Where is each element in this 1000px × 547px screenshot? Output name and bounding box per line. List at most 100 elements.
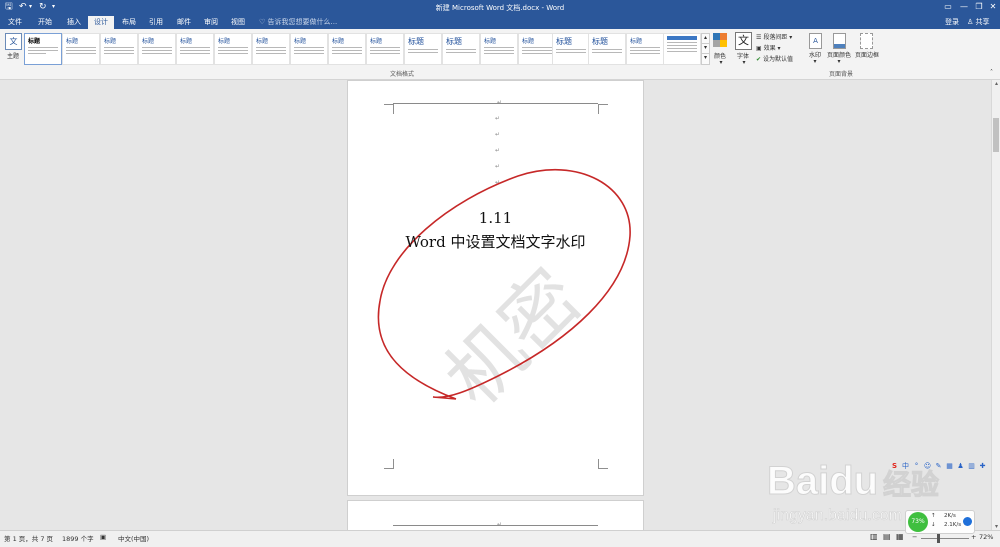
scrollbar-thumb[interactable] <box>993 118 999 152</box>
style-sample-heading: 标题 <box>446 37 462 46</box>
heading-title: Word 中设置文档文字水印 <box>405 233 586 251</box>
network-speed-widget[interactable]: 73% ↑ 2K/s ↓ 2.1K/s <box>905 510 975 534</box>
style-set-thumbnail[interactable]: 标题 <box>404 33 442 65</box>
watermark-and-annotation: 机密 <box>377 168 631 423</box>
zoom-level[interactable]: 72% <box>979 533 993 541</box>
group-label-page-background: 页面背景 <box>829 71 854 78</box>
proofing-icon[interactable]: ▣ <box>100 533 106 541</box>
effects-button[interactable]: ▣ 效果 ▾ <box>756 43 781 52</box>
tell-me-placeholder: 告诉我您想要做什么... <box>267 18 338 26</box>
style-sample-heading: 标题 <box>180 38 193 45</box>
style-set-thumbnail[interactable]: 标题 <box>100 33 138 65</box>
gallery-more-icon[interactable]: ▾ <box>701 53 710 65</box>
style-set-thumbnail[interactable]: 标题 <box>518 33 556 65</box>
paragraph-mark: ↵ <box>497 521 503 528</box>
style-set-thumbnail[interactable]: 标题 <box>62 33 100 65</box>
tab-layout[interactable]: 布局 <box>116 16 142 29</box>
download-speed: 2.1K/s <box>944 522 962 528</box>
style-sample-heading: 标题 <box>28 38 41 45</box>
header-line <box>393 525 598 526</box>
language-indicator[interactable]: 中文(中国) <box>118 533 149 543</box>
page-borders-icon[interactable] <box>860 33 873 49</box>
page-color-dropdown-icon[interactable]: ▾ <box>825 58 853 65</box>
style-set-thumbnail[interactable]: 标题 <box>552 33 590 65</box>
paragraph-spacing-icon: ☰ <box>756 34 762 41</box>
style-sample-heading: 标题 <box>294 38 307 45</box>
ime-tools-icon[interactable]: ✚ <box>978 462 987 471</box>
style-set-thumbnail[interactable]: 标题 <box>480 33 518 65</box>
document-page[interactable]: ↵ ↵ ↵ ↵ ↵ ↵ 机密 1.11 Word 中设置文档文字水印 <box>347 80 644 496</box>
close-button[interactable]: ✕ <box>986 1 1000 12</box>
tab-references[interactable]: 引用 <box>143 16 169 29</box>
style-set-thumbnail[interactable]: 标题 <box>138 33 176 65</box>
tab-mailings[interactable]: 邮件 <box>171 16 197 29</box>
style-sample-heading: 标题 <box>256 38 269 45</box>
chevron-down-icon: ▾ <box>777 45 781 52</box>
style-set-thumbnail[interactable] <box>663 33 701 65</box>
person-icon: ♙ <box>967 18 974 26</box>
tab-view[interactable]: 视图 <box>225 16 251 29</box>
themes-button[interactable]: 主题 <box>4 51 22 60</box>
page-color-icon[interactable] <box>833 33 846 49</box>
ribbon-display-options-button[interactable]: ▭ <box>941 1 955 12</box>
login-button[interactable]: 登录 <box>945 17 959 27</box>
colors-dropdown-icon[interactable]: ▾ <box>711 59 731 66</box>
style-set-thumbnail[interactable]: 标题 <box>366 33 404 65</box>
word-count[interactable]: 1899 个字 <box>62 533 94 543</box>
style-set-thumbnail[interactable]: 标题 <box>626 33 664 65</box>
tell-me-input[interactable]: ♡ 告诉我您想要做什么... <box>259 17 337 27</box>
baidu-url-text: jingyan.baidu.com <box>772 507 902 524</box>
style-set-thumbnail[interactable]: 标题 <box>290 33 328 65</box>
style-set-thumbnail[interactable]: 标题 <box>214 33 252 65</box>
share-button[interactable]: ♙ 共享 <box>967 17 990 27</box>
themes-icon[interactable]: 文 <box>5 33 22 50</box>
check-icon: ✔ <box>756 56 762 63</box>
tab-home[interactable]: 开始 <box>32 16 58 29</box>
tab-review[interactable]: 审阅 <box>198 16 224 29</box>
scroll-down-icon[interactable]: ▾ <box>992 523 1000 530</box>
zoom-slider[interactable] <box>921 538 969 539</box>
window-title: 新建 Microsoft Word 文档.docx - Word <box>435 4 565 12</box>
maximize-button[interactable]: ❐ <box>972 1 986 12</box>
collapse-ribbon-icon[interactable]: ˄ <box>990 69 993 76</box>
tab-insert[interactable]: 插入 <box>61 16 87 29</box>
memory-usage-ball[interactable]: 73% <box>908 512 928 532</box>
tab-design[interactable]: 设计 <box>88 16 114 29</box>
page-count[interactable]: 第 1 页，共 7 页 <box>4 533 53 543</box>
style-sample-heading: 标题 <box>370 38 383 45</box>
effects-icon: ▣ <box>756 45 762 52</box>
zoom-in-icon[interactable]: + <box>971 533 976 541</box>
style-set-thumbnail[interactable]: 标题 <box>442 33 480 65</box>
style-set-thumbnail[interactable]: 标题 <box>328 33 366 65</box>
watermark-dropdown-icon[interactable]: ▾ <box>805 58 825 65</box>
browser-icon[interactable] <box>963 517 972 526</box>
ime-keyboard-icon[interactable]: ▦ <box>945 462 954 471</box>
document-page-next[interactable]: ↵ <box>347 500 644 532</box>
watermark-icon[interactable]: A <box>809 33 822 49</box>
scroll-up-icon[interactable]: ▴ <box>992 80 1000 87</box>
page-borders-button[interactable]: 页面边框 <box>853 50 881 59</box>
style-set-thumbnail[interactable]: 标题 <box>588 33 626 65</box>
ime-skin-icon[interactable]: ▥ <box>967 462 976 471</box>
style-sample-heading: 标题 <box>522 38 535 45</box>
upload-arrow-icon: ↑ <box>931 513 936 519</box>
zoom-out-icon[interactable]: − <box>912 533 917 541</box>
fonts-dropdown-icon[interactable]: ▾ <box>734 59 754 66</box>
style-sample-heading: 标题 <box>218 38 231 45</box>
zoom-slider-thumb[interactable] <box>936 534 940 543</box>
ime-user-icon[interactable]: ♟ <box>956 462 965 471</box>
ribbon-design: 文 主题 标题 标题 标题 标题 标题 标题 标题 标题 标题 标题 标题 标题… <box>0 29 1000 80</box>
style-set-thumbnail[interactable]: 标题 <box>252 33 290 65</box>
paragraph-spacing-button[interactable]: ☰ 段落间距 ▾ <box>756 32 792 41</box>
colors-icon[interactable] <box>713 33 727 47</box>
web-layout-icon[interactable]: ▦ <box>896 532 904 541</box>
style-set-thumbnail[interactable]: 标题 <box>176 33 214 65</box>
style-set-thumbnail[interactable]: 标题 <box>24 33 62 65</box>
minimize-button[interactable]: — <box>957 1 971 12</box>
read-mode-icon[interactable]: ▥ <box>870 532 878 541</box>
print-layout-icon[interactable]: ▤ <box>883 532 891 541</box>
tab-file[interactable]: 文件 <box>3 16 27 29</box>
download-arrow-icon: ↓ <box>931 522 936 528</box>
fonts-icon[interactable]: 文 <box>735 32 752 50</box>
set-as-default-button[interactable]: ✔ 设为默认值 <box>756 54 793 63</box>
